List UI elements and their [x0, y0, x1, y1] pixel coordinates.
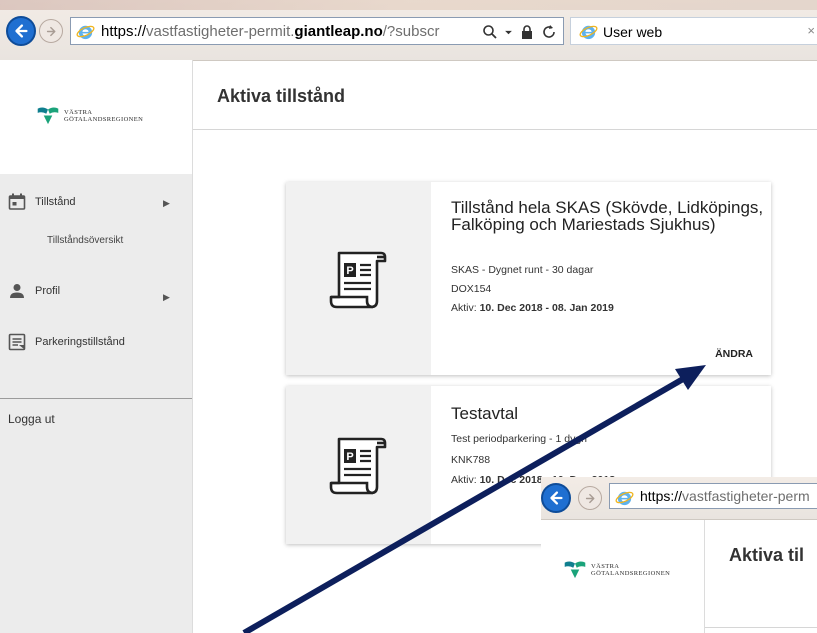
browser-tab[interactable]: User web × — [570, 17, 817, 45]
calendar-icon — [8, 193, 26, 210]
vgr-logo: VÄSTRA GÖTALANDSREGIONEN — [36, 106, 143, 125]
dropdown-icon[interactable] — [504, 24, 513, 40]
sidebar-item-label: Tillstånd — [35, 196, 76, 208]
url-host: vastfastigheter-permit. — [146, 23, 295, 40]
sidebar-item-parkeringstillstand[interactable]: Parkeringstillstånd — [8, 333, 125, 351]
arrow-left-icon — [15, 24, 28, 38]
url-scheme: https:// — [101, 23, 147, 40]
document-icon — [8, 333, 26, 351]
inset-logo-area: VÄSTRA GÖTALANDSREGIONEN — [541, 520, 705, 633]
card-line-1: Test periodparkering - 1 dygn — [451, 433, 587, 445]
active-label: Aktiv: — [451, 302, 480, 314]
inset-browser-toolbar: https://vastfastigheter-perm — [541, 477, 817, 520]
address-bar[interactable]: https://vastfastigheter-permit.giantleap… — [70, 17, 564, 45]
browser-toolbar: https://vastfastigheter-permit.giantleap… — [0, 0, 817, 61]
tab-close-button[interactable]: × — [807, 23, 815, 38]
svg-text:P: P — [346, 265, 353, 277]
logo-line-1: VÄSTRA — [591, 562, 620, 570]
refresh-icon[interactable] — [541, 24, 557, 40]
permit-card[interactable]: P Tillstånd hela SKAS (Skövde, Lidköping… — [286, 182, 771, 375]
sidebar: VÄSTRA GÖTALANDSREGIONEN Tillstånd ▶ Till… — [0, 60, 193, 633]
edit-button[interactable]: ÄNDRA — [715, 348, 753, 360]
card-line-2: KNK788 — [451, 454, 491, 466]
ie-logo-icon — [76, 25, 95, 40]
parking-ticket-icon: P — [329, 251, 386, 308]
card-line-2: DOX154 — [451, 283, 492, 295]
sidebar-item-label: Parkeringstillstånd — [35, 336, 125, 348]
arrow-right-icon — [585, 493, 594, 503]
url-text: https://vastfastigheter-permit.giantleap… — [101, 23, 439, 40]
sidebar-item-label: Profil — [35, 285, 61, 297]
ie-logo-icon — [615, 491, 634, 506]
card-line-1: SKAS - Dygnet runt - 30 dagar — [451, 264, 594, 276]
inset-page-title: Aktiva til — [729, 545, 805, 565]
active-label: Aktiv: — [451, 474, 480, 486]
chevron-right-icon[interactable]: ▶ — [163, 198, 170, 209]
inset-url-text: https://vastfastigheter-perm — [640, 488, 810, 504]
sidebar-item-profil[interactable]: Profil — [8, 282, 60, 300]
arrow-right-icon — [46, 26, 55, 36]
url-path: /?subscr — [382, 23, 440, 40]
chevron-right-icon[interactable]: ▶ — [163, 292, 170, 303]
sidebar-subitem-tillstandsoversikt[interactable]: Tillståndsöversikt — [47, 235, 123, 246]
active-dates: 10. Dec 2018 - 08. Jan 2019 — [479, 302, 614, 314]
page-title: Aktiva tillstånd — [217, 86, 346, 106]
logo-line-1: VÄSTRA — [64, 108, 93, 116]
logo-area: VÄSTRA GÖTALANDSREGIONEN — [0, 60, 192, 174]
parking-ticket-icon: P — [329, 437, 386, 495]
lock-icon[interactable] — [519, 24, 535, 40]
arrow-left-icon — [550, 491, 563, 505]
logo-line-2: GÖTALANDSREGIONEN — [64, 115, 144, 123]
title-divider — [193, 129, 817, 130]
svg-text:P: P — [346, 451, 353, 463]
url-domain: giantleap.no — [294, 23, 383, 40]
sidebar-divider — [0, 398, 192, 399]
inset-back-button — [541, 483, 571, 513]
sidebar-item-tillstand[interactable]: Tillstånd — [8, 193, 76, 211]
card-title: Testavtal — [451, 404, 519, 423]
inset-address-bar: https://vastfastigheter-perm — [609, 483, 817, 509]
vgr-logo: VÄSTRA GÖTALANDSREGIONEN — [563, 560, 670, 579]
back-button[interactable] — [6, 16, 36, 46]
inset-forward-button — [578, 486, 602, 510]
card-title: Tillstånd hela SKAS (Skövde, Lidköpings,… — [451, 198, 764, 234]
forward-button[interactable] — [39, 19, 63, 43]
logo-text: VÄSTRA GÖTALANDSREGIONEN — [64, 109, 143, 123]
toolbar-tint — [0, 0, 817, 10]
inset-screenshot: https://vastfastigheter-perm VÄSTRA GÖTAL… — [541, 477, 817, 633]
ie-logo-icon — [579, 25, 598, 40]
card-active-range: Aktiv: 10. Dec 2018 - 08. Jan 2019 — [451, 302, 614, 314]
card-thumbnail: P — [286, 386, 431, 544]
tab-title: User web — [603, 24, 663, 40]
inset-title-divider — [705, 627, 817, 628]
logo-line-2: GÖTALANDSREGIONEN — [591, 569, 671, 577]
search-icon[interactable] — [482, 24, 498, 40]
person-icon — [10, 284, 24, 298]
url-host: vastfastigheter-perm — [682, 488, 810, 504]
card-thumbnail: P — [286, 182, 431, 375]
logo-text: VÄSTRA GÖTALANDSREGIONEN — [591, 563, 670, 577]
vgr-logo-icon — [564, 561, 586, 579]
vgr-logo-icon — [37, 107, 59, 125]
logout-link[interactable]: Logga ut — [8, 412, 55, 426]
address-bar-icons — [482, 22, 557, 42]
url-scheme: https:// — [640, 488, 683, 504]
